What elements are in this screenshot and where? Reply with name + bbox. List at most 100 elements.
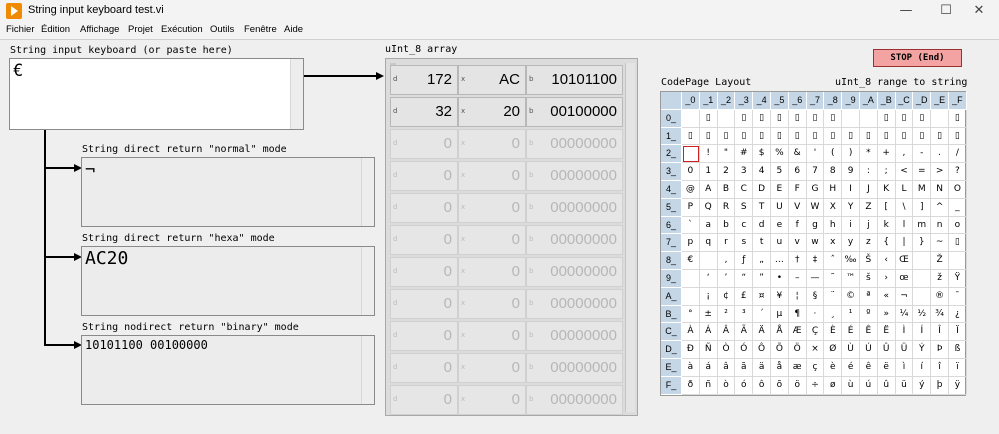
codepage-cell[interactable]: H [824, 181, 843, 199]
array-dec-cell[interactable]: d0 [390, 257, 458, 287]
codepage-cell[interactable]: ¢ [717, 287, 736, 306]
radix-indicator[interactable]: x [461, 107, 465, 115]
codepage-cell[interactable]: Ì [895, 323, 914, 342]
codepage-cell[interactable]: ▯ [771, 109, 789, 128]
codepage-cell[interactable]: Ö [788, 341, 807, 359]
codepage-cell[interactable]: è [824, 359, 843, 377]
array-dec-cell[interactable]: d0 [390, 353, 458, 383]
codepage-cell[interactable]: X [824, 198, 843, 217]
codepage-cell[interactable]: ¿ [949, 305, 967, 324]
codepage-cell[interactable]: … [771, 252, 789, 270]
codepage-cell[interactable]: ‡ [806, 252, 825, 270]
codepage-cell[interactable]: † [788, 252, 807, 270]
codepage-cell[interactable]: « [877, 287, 896, 306]
codepage-cell[interactable]: ¾ [931, 305, 949, 324]
array-bin-cell[interactable]: b 00000000 [526, 193, 623, 223]
radix-indicator[interactable]: x [461, 267, 465, 275]
radix-indicator[interactable]: b [529, 395, 533, 403]
codepage-cell[interactable]: ï [949, 359, 967, 377]
menu-edition[interactable]: Édition [41, 24, 70, 35]
array-bin-cell[interactable]: b 00000000 [526, 321, 623, 351]
codepage-cell[interactable]: £ [735, 287, 754, 306]
codepage-cell[interactable]: ˆ [824, 252, 843, 270]
radix-indicator[interactable]: d [393, 171, 397, 179]
codepage-cell[interactable]: ’ [717, 270, 736, 288]
codepage-cell[interactable]: æ [788, 359, 807, 377]
string-input-value[interactable]: € [13, 61, 23, 81]
codepage-cell[interactable]: " [717, 145, 736, 164]
codepage-cell[interactable]: 9 [842, 163, 860, 181]
codepage-cell[interactable]: ß [949, 341, 967, 359]
codepage-cell[interactable]: G [806, 181, 825, 199]
menu-fichier[interactable]: Fichier [6, 24, 35, 35]
codepage-cell[interactable]: ▯ [824, 127, 843, 146]
codepage-cell[interactable]: ▯ [877, 127, 896, 146]
radix-indicator[interactable]: b [529, 331, 533, 339]
codepage-cell[interactable]: V [788, 198, 807, 217]
codepage-cell[interactable]: } [913, 234, 932, 253]
radix-indicator[interactable]: d [393, 139, 397, 147]
codepage-cell[interactable]: Y [842, 198, 860, 217]
array-hex-cell[interactable]: x0 [458, 385, 526, 415]
array-dec-cell[interactable]: d0 [390, 289, 458, 319]
codepage-cell[interactable]: À [682, 323, 700, 342]
codepage-cell[interactable]: “ [735, 270, 754, 288]
radix-indicator[interactable]: b [529, 107, 533, 115]
codepage-cell[interactable]: È [824, 323, 843, 342]
array-bin-cell[interactable]: b 00100000 [526, 97, 623, 127]
codepage-cell[interactable]: 2 [717, 163, 736, 181]
radix-indicator[interactable]: d [393, 395, 397, 403]
codepage-cell[interactable]: Ï [949, 323, 967, 342]
codepage-cell[interactable]: O [949, 181, 967, 199]
radix-indicator[interactable]: x [461, 363, 465, 371]
codepage-cell[interactable]: { [877, 234, 896, 253]
codepage-cell[interactable]: ž [931, 270, 949, 288]
codepage-cell[interactable]: 6 [788, 163, 807, 181]
codepage-cell[interactable]: Õ [771, 341, 789, 359]
codepage-cell[interactable]: Ñ [699, 341, 718, 359]
codepage-cell[interactable]: Â [717, 323, 736, 342]
radix-indicator[interactable]: d [393, 235, 397, 243]
codepage-cell[interactable]: k [877, 216, 896, 235]
codepage-cell[interactable]: × [806, 341, 825, 359]
codepage-cell[interactable]: › [877, 270, 896, 288]
codepage-cell[interactable] [913, 287, 932, 306]
codepage-cell[interactable]: ° [682, 305, 700, 324]
codepage-cell[interactable]: Á [699, 323, 718, 342]
codepage-cell[interactable]: ë [877, 359, 896, 377]
codepage-cell[interactable]: c [735, 216, 754, 235]
codepage-cell[interactable]: – [788, 270, 807, 288]
codepage-cell[interactable]: ▯ [753, 109, 771, 128]
codepage-cell[interactable]: ▯ [895, 127, 914, 146]
codepage-cell[interactable]: ~ [931, 234, 949, 253]
codepage-cell[interactable]: ( [824, 145, 843, 164]
codepage-cell[interactable]: & [788, 145, 807, 164]
codepage-cell[interactable]: J [860, 181, 878, 199]
codepage-cell[interactable]: K [877, 181, 896, 199]
hexa-mode-scrollbar[interactable] [361, 247, 374, 315]
codepage-cell[interactable]: ö [788, 376, 807, 395]
codepage-cell[interactable]: T [753, 198, 771, 217]
codepage-cell[interactable]: A [699, 181, 718, 199]
codepage-cell[interactable]: ▯ [717, 127, 736, 146]
codepage-cell[interactable] [682, 270, 700, 288]
codepage-cell[interactable]: ? [949, 163, 967, 181]
menu-fenetre[interactable]: Fenêtre [244, 24, 277, 35]
codepage-cell[interactable]: É [842, 323, 860, 342]
codepage-cell[interactable]: ▯ [842, 127, 860, 146]
array-bin-cell[interactable]: b 10101100 [526, 65, 623, 95]
radix-indicator[interactable]: b [529, 363, 533, 371]
codepage-cell[interactable] [913, 270, 932, 288]
array-hex-cell[interactable]: x0 [458, 225, 526, 255]
codepage-cell[interactable]: ü [895, 376, 914, 395]
codepage-cell[interactable]: ` [682, 216, 700, 235]
codepage-cell[interactable]: ▯ [949, 127, 967, 146]
codepage-cell[interactable]: © [842, 287, 860, 306]
codepage-cell[interactable]: 8 [824, 163, 843, 181]
codepage-cell[interactable]: ▯ [824, 109, 843, 128]
codepage-cell[interactable]: # [735, 145, 754, 164]
radix-indicator[interactable]: b [529, 235, 533, 243]
codepage-cell[interactable]: Ð [682, 341, 700, 359]
array-hex-cell[interactable]: x AC [458, 65, 526, 95]
codepage-cell[interactable]: ▯ [788, 127, 807, 146]
